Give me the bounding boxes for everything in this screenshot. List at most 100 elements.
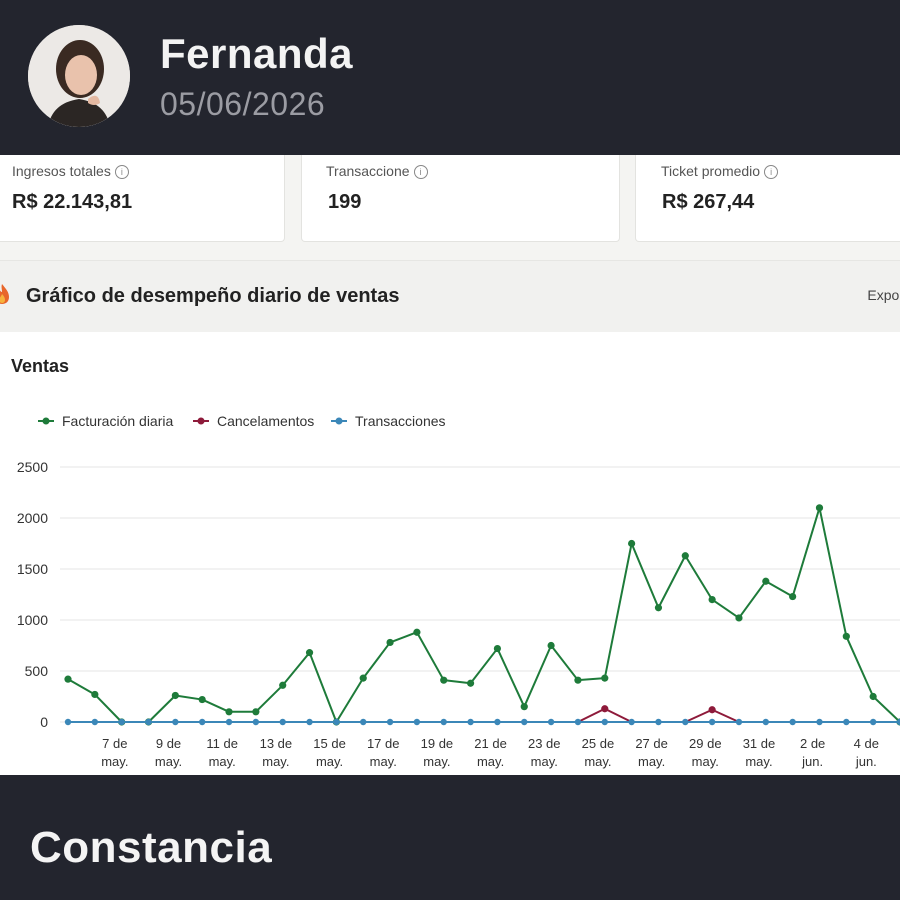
data-point[interactable] (628, 718, 635, 726)
data-point[interactable] (413, 628, 421, 636)
data-point[interactable] (655, 718, 662, 726)
kpi-value: R$ 267,44 (662, 191, 755, 213)
data-point[interactable] (815, 504, 824, 512)
data-point[interactable] (601, 718, 608, 726)
data-point[interactable] (64, 718, 72, 726)
data-point[interactable] (172, 718, 179, 726)
kpi-card-transactions: Transaccione i 199 (301, 155, 620, 242)
data-point[interactable] (225, 718, 233, 726)
data-point[interactable] (440, 676, 448, 684)
data-point[interactable] (654, 604, 663, 612)
data-point[interactable] (279, 681, 287, 689)
data-point[interactable] (547, 641, 555, 650)
data-point[interactable] (735, 614, 743, 622)
x-tick-label: may. (638, 754, 665, 769)
avatar-portrait-icon (28, 25, 130, 127)
data-point[interactable] (601, 674, 609, 682)
data-point[interactable] (440, 718, 447, 726)
data-point[interactable] (360, 718, 367, 726)
data-point[interactable] (574, 676, 582, 684)
data-point[interactable] (91, 690, 99, 699)
info-icon[interactable]: i (764, 165, 779, 179)
data-point[interactable] (145, 718, 152, 726)
data-point[interactable] (574, 718, 582, 726)
data-point[interactable] (467, 718, 474, 726)
data-point[interactable] (306, 718, 313, 726)
data-point[interactable] (628, 539, 636, 548)
data-point[interactable] (681, 552, 689, 560)
dashboard-panel: Ingresos totales i R$ 22.143,81 Transacci… (0, 155, 900, 775)
data-point[interactable] (520, 703, 528, 711)
data-point[interactable] (279, 718, 286, 726)
data-point[interactable] (305, 649, 314, 657)
y-tick-label: 2000 (17, 510, 48, 526)
sales-line-chart: 0 500 1000 1500 2000 2500 7 de may. 9 de may. 11 d… (17, 413, 900, 769)
x-tick-label: 4 de (854, 736, 879, 751)
data-point[interactable] (386, 638, 394, 647)
data-point[interactable] (869, 692, 877, 701)
x-tick-label: may. (531, 754, 558, 769)
data-point[interactable] (521, 718, 528, 726)
data-point[interactable] (601, 705, 609, 713)
data-point[interactable] (198, 695, 206, 704)
data-point[interactable] (386, 718, 394, 726)
data-point[interactable] (708, 596, 716, 604)
kpi-value: R$ 22.143,81 (12, 191, 133, 213)
footer-bar: Constancia (0, 775, 900, 900)
data-point[interactable] (708, 718, 716, 726)
legend-label[interactable]: Cancelamentos (217, 413, 314, 429)
data-point[interactable] (816, 718, 823, 726)
data-point[interactable] (708, 706, 716, 714)
data-point[interactable] (789, 592, 797, 601)
y-tick-label: 1500 (17, 561, 48, 577)
legend-label[interactable]: Facturación diaria (62, 413, 173, 429)
legend-swatch-marker (197, 417, 205, 425)
data-point[interactable] (225, 708, 233, 716)
x-tick-label: may. (262, 754, 289, 769)
x-tick-label: 2 de (800, 736, 825, 751)
data-point[interactable] (466, 679, 475, 687)
section-title: Gráfico de desempeño diario de ventas (26, 285, 400, 307)
data-point[interactable] (118, 718, 125, 726)
x-tick-label: may. (370, 754, 397, 769)
x-tick-label: jun. (855, 754, 877, 769)
data-point[interactable] (252, 708, 260, 716)
data-point[interactable] (91, 718, 99, 726)
data-point[interactable] (843, 718, 850, 726)
data-point[interactable] (762, 577, 770, 585)
x-tick-label: 29 de (689, 736, 722, 751)
data-point[interactable] (333, 718, 340, 726)
data-point[interactable] (494, 718, 501, 726)
section-header: Gráfico de desempeño diario de ventas Ex… (0, 260, 900, 334)
info-icon[interactable]: i (413, 165, 428, 179)
x-tick-label: may. (155, 754, 182, 769)
kpi-card-total-revenue: Ingresos totales i R$ 22.143,81 (0, 155, 285, 242)
y-tick-label: 2500 (17, 459, 48, 475)
y-tick-label: 0 (40, 714, 48, 730)
legend-label[interactable]: Transacciones (355, 413, 446, 429)
info-icon[interactable]: i (114, 165, 129, 179)
x-tick-label: 13 de (260, 736, 293, 751)
data-point[interactable] (252, 718, 260, 726)
data-point[interactable] (762, 718, 770, 726)
data-point[interactable] (198, 718, 206, 726)
data-point[interactable] (842, 632, 850, 640)
x-tick-label: may. (477, 754, 504, 769)
fire-icon (0, 284, 9, 304)
data-point[interactable] (547, 718, 555, 726)
x-tick-label: 19 de (421, 736, 454, 751)
data-point[interactable] (64, 675, 72, 683)
data-point[interactable] (413, 718, 421, 726)
series-line (68, 707, 900, 723)
data-point[interactable] (171, 691, 179, 700)
data-point[interactable] (493, 644, 502, 653)
x-tick-label: 15 de (313, 736, 346, 751)
y-tick-label: 500 (25, 663, 49, 679)
export-button[interactable]: Expor (867, 287, 900, 303)
data-point[interactable] (359, 674, 367, 682)
data-point[interactable] (869, 718, 877, 726)
data-point[interactable] (789, 718, 796, 726)
data-point[interactable] (735, 718, 743, 726)
x-tick-label: may. (101, 754, 128, 769)
data-point[interactable] (682, 718, 689, 726)
